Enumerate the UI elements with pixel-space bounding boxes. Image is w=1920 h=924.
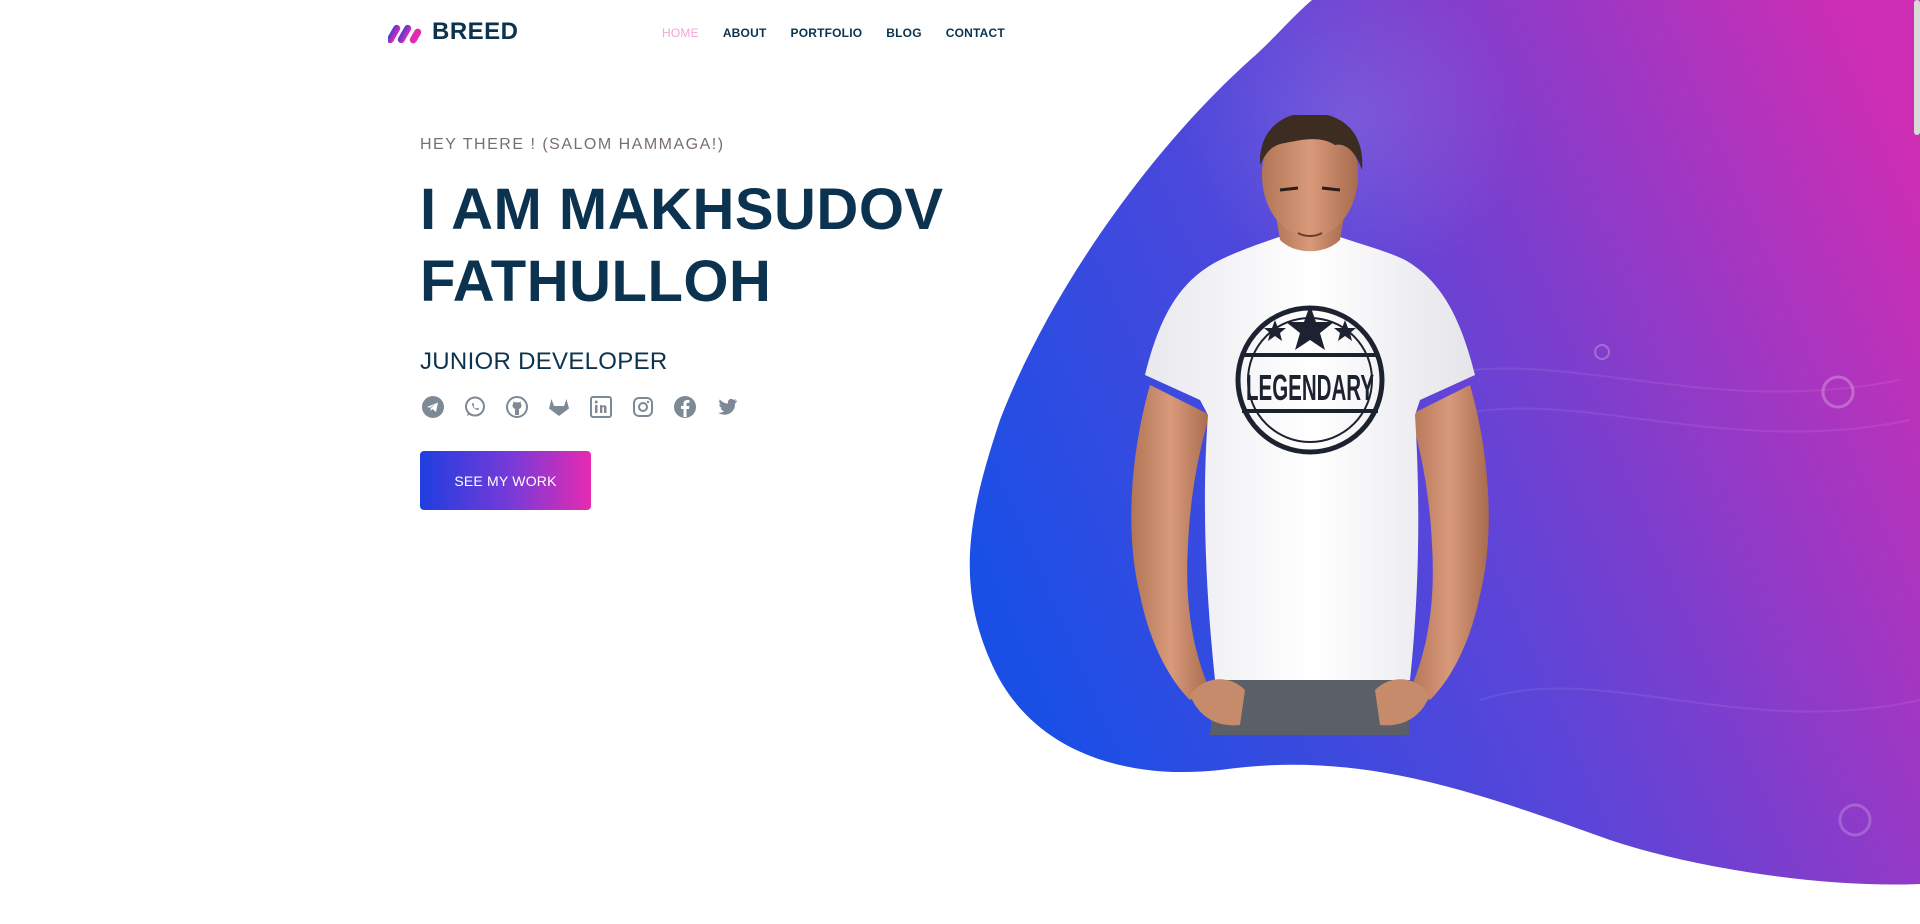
gitlab-icon[interactable] bbox=[546, 394, 571, 419]
github-icon[interactable] bbox=[504, 394, 529, 419]
hero-name: I AM MAKHSUDOV FATHULLOH bbox=[420, 174, 960, 318]
brand-name: BREED bbox=[432, 18, 519, 45]
whatsapp-icon[interactable] bbox=[462, 394, 487, 419]
hero-name-line2: FATHULLOH bbox=[420, 249, 772, 314]
page-scrollbar[interactable] bbox=[1914, 0, 1920, 135]
twitter-icon[interactable] bbox=[714, 394, 739, 419]
nav-contact[interactable]: CONTACT bbox=[946, 26, 1005, 40]
main-nav: HOME ABOUT PORTFOLIO BLOG CONTACT bbox=[662, 26, 1005, 40]
shirt-logo-text: LEGENDARY bbox=[1246, 367, 1374, 408]
telegram-icon[interactable] bbox=[420, 394, 445, 419]
hero-section: HEY THERE ! (SALOM HAMMAGA!) I AM MAKHSU… bbox=[420, 136, 960, 510]
facebook-icon[interactable] bbox=[672, 394, 697, 419]
nav-about[interactable]: ABOUT bbox=[723, 26, 767, 40]
hero-background-blob bbox=[969, 0, 1920, 885]
linkedin-icon[interactable] bbox=[588, 394, 613, 419]
portrait-image: LEGENDARY bbox=[1131, 115, 1489, 735]
nav-portfolio[interactable]: PORTFOLIO bbox=[790, 26, 862, 40]
instagram-icon[interactable] bbox=[630, 394, 655, 419]
nav-home[interactable]: HOME bbox=[662, 26, 699, 40]
hero-name-line1: I AM MAKHSUDOV bbox=[420, 177, 944, 242]
brand[interactable]: BREED bbox=[388, 18, 519, 46]
social-links bbox=[420, 394, 960, 419]
hero-greeting: HEY THERE ! (SALOM HAMMAGA!) bbox=[420, 136, 725, 153]
hero-role: JUNIOR DEVELOPER bbox=[420, 348, 668, 375]
brand-logo-icon bbox=[388, 24, 422, 44]
see-my-work-button[interactable]: SEE MY WORK bbox=[420, 451, 591, 510]
nav-blog[interactable]: BLOG bbox=[886, 26, 921, 40]
